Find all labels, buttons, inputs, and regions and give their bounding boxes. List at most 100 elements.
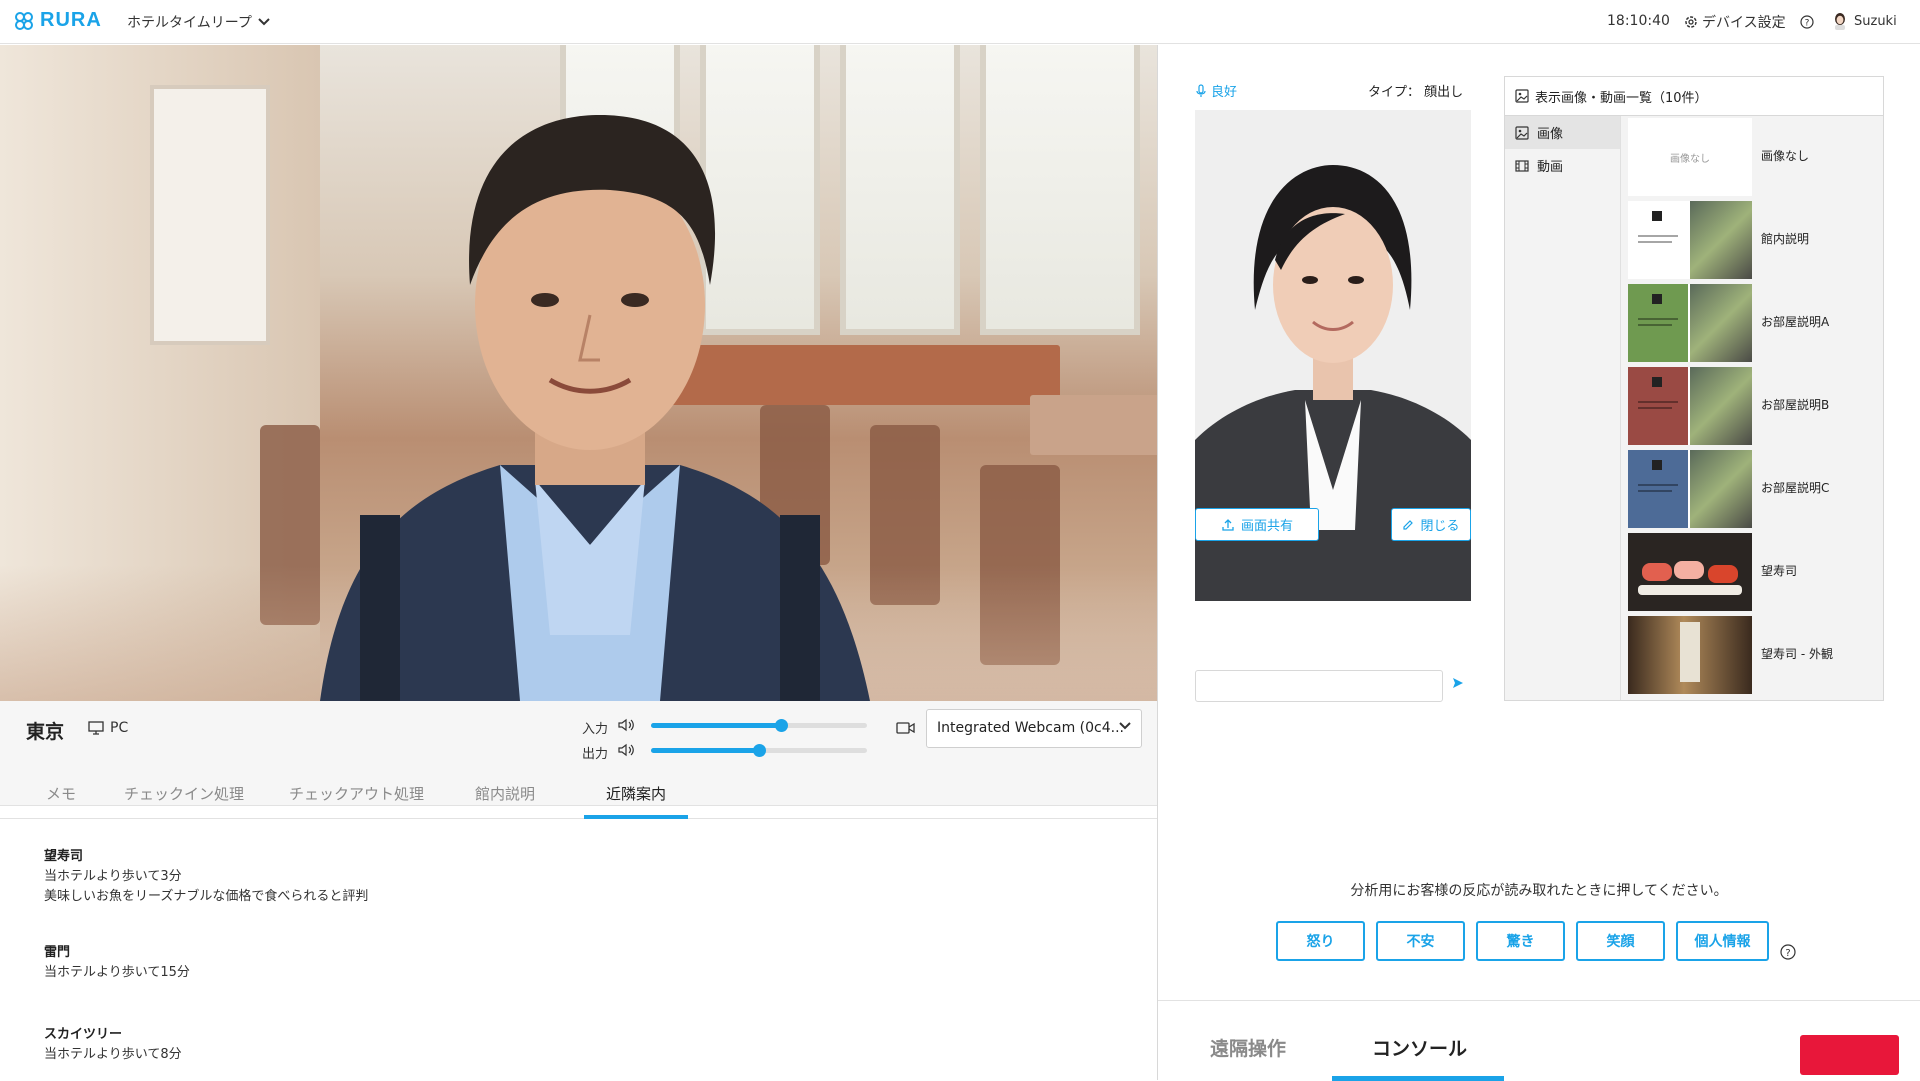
guest-panel: 東京 PC 入力 出力 Integrated Webcam (0c4... メモ… [0,45,1157,1080]
media-item-label: お部屋説明C [1761,481,1830,495]
tab-checkout[interactable]: チェックアウト処理 [289,783,424,804]
chevron-down-icon [1119,722,1131,730]
media-category-video[interactable]: 動画 [1505,149,1620,182]
svg-text:?: ? [1785,948,1790,959]
nearby-item: 雷門 当ホテルより歩いて15分 [44,943,190,983]
media-category-label: 動画 [1537,160,1564,175]
send-icon[interactable] [1452,677,1464,689]
image-icon [1515,125,1529,140]
mic-status-label: 良好 [1211,85,1238,100]
nearby-item-detail: 美味しいお魚をリーズナブルな価格で食べられると評判 [44,889,369,904]
emotion-smile-button[interactable]: 笑顔 [1576,921,1665,961]
media-item-label: お部屋説明B [1761,398,1830,412]
close-share-label: 閉じる [1420,519,1460,534]
nearby-item-detail: 当ホテルより歩いて15分 [44,965,190,980]
user-name: Suzuki [1854,13,1897,29]
help-icon[interactable]: ? [1780,944,1796,960]
facility-name: ホテルタイムリープ [127,15,252,31]
output-volume-fill [651,748,759,753]
share-screen-label: 画面共有 [1240,519,1293,534]
speaker-icon [618,718,634,732]
help-icon[interactable]: ? [1800,14,1814,33]
share-screen-button[interactable]: 画面共有 [1195,508,1319,541]
guest-video [0,45,1157,701]
device-settings-label: デバイス設定 [1702,15,1786,31]
facility-selector[interactable]: ホテルタイムリープ [127,12,270,32]
speaker-icon [618,743,634,757]
media-thumbnail [1628,201,1752,279]
nearby-item: スカイツリー 当ホテルより歩いて8分 [44,1025,182,1065]
input-volume-thumb[interactable] [775,719,788,732]
media-category-label: 画像 [1537,127,1564,142]
output-volume-label: 出力 [582,747,609,762]
media-items: 画像なし 画像なし 館内説明 お部屋説明A お部屋説明B お部屋説明C 望寿司 望寿司 - 外… [1621,116,1883,700]
guest-location: 東京 [26,721,65,743]
media-thumbnail [1628,450,1752,528]
nearby-item-name: スカイツリー [44,1027,123,1042]
output-volume-thumb[interactable] [753,744,766,757]
media-list-panel: 表示画像・動画一覧（10件） 画像 動画 画像なし 画像なし 館内説明 お部屋説明A お… [1504,76,1884,701]
nearby-item-name: 望寿司 [44,849,84,864]
media-item[interactable]: お部屋説明B [1621,365,1883,448]
image-icon [1515,89,1529,103]
staff-type-label: タイプ： 顔出し [1368,85,1464,100]
end-call-button[interactable] [1800,1035,1899,1075]
input-volume-fill [651,723,781,728]
output-volume-slider[interactable] [651,744,867,757]
webcam-select-value: Integrated Webcam (0c4... [937,720,1124,736]
media-item-label: 望寿司 [1761,564,1798,578]
upload-icon [1222,518,1234,531]
analysis-prompt: 分析用にお客様の反応が読み取れたときに押してください。 [1350,883,1728,899]
media-item-label: 望寿司 - 外観 [1761,647,1833,661]
film-icon [1515,159,1529,172]
personal-info-button[interactable]: 個人情報 [1676,921,1769,961]
webcam-select[interactable]: Integrated Webcam (0c4... [926,709,1142,748]
user-menu[interactable]: Suzuki [1832,12,1897,30]
rura-logo[interactable]: RURA [14,9,102,32]
media-item[interactable]: お部屋説明C [1621,448,1883,531]
input-volume-label: 入力 [582,722,609,737]
nearby-item: 望寿司当ホテルより歩いて3分美味しいお魚をリーズナブルな価格で食べられると評判 [44,847,368,907]
active-tab-indicator [1332,1076,1504,1081]
tab-remote-control[interactable]: 遠隔操作 [1210,1034,1286,1061]
emotion-anger-button[interactable]: 怒り [1276,921,1365,961]
chat-input[interactable] [1195,670,1443,702]
guest-info-tabs: メモ チェックイン処理 チェックアウト処理 館内説明 近隣案内 [0,763,1157,819]
media-item-label: お部屋説明A [1761,315,1830,329]
media-item[interactable]: 画像なし 画像なし [1621,116,1883,199]
tab-checkin[interactable]: チェックイン処理 [124,783,244,804]
media-item[interactable]: 館内説明 [1621,199,1883,282]
staff-mode-tabs: 遠隔操作 コンソール [1158,1000,1920,1081]
input-volume-slider[interactable] [651,719,867,732]
media-item[interactable]: 望寿司 [1621,531,1883,614]
emotion-surprise-button[interactable]: 驚き [1476,921,1565,961]
media-item[interactable]: お部屋説明A [1621,282,1883,365]
device-type: PC [88,720,128,736]
media-item[interactable]: 望寿司 - 外観 [1621,614,1883,697]
rura-logo-icon [15,11,33,30]
guest-person-image [320,115,870,701]
media-thumbnail [1628,533,1752,611]
media-category-image[interactable]: 画像 [1505,116,1620,149]
device-type-label: PC [110,720,129,736]
nearby-item-detail: 当ホテルより歩いて3分 [44,869,182,884]
tab-memo[interactable]: メモ [46,783,76,804]
tab-console[interactable]: コンソール [1372,1034,1467,1061]
media-thumbnail: 画像なし [1628,118,1752,196]
active-tab-indicator [584,815,688,819]
media-list-title: 表示画像・動画一覧（10件） [1535,90,1708,106]
media-item-label: 画像なし [1761,149,1810,163]
microphone-icon [1196,83,1206,97]
tab-facility-guide[interactable]: 館内説明 [475,783,535,804]
clock: 18:10:40 [1607,13,1670,29]
avatar [1835,13,1845,30]
media-category-list: 画像 動画 [1505,116,1621,700]
gear-icon [1685,16,1697,28]
emotion-anxiety-button[interactable]: 不安 [1376,921,1465,961]
tab-nearby[interactable]: 近隣案内 [606,783,666,804]
close-share-button[interactable]: 閉じる [1391,508,1471,541]
mic-status: 良好 [1196,81,1237,100]
staff-panel: 良好 タイプ： 顔出し 画面共有 閉じる 表示画像・動画一覧（10件） 画像 動… [1158,45,1920,1081]
device-settings-button[interactable]: デバイス設定 [1684,12,1786,32]
pencil-icon [1403,519,1414,530]
